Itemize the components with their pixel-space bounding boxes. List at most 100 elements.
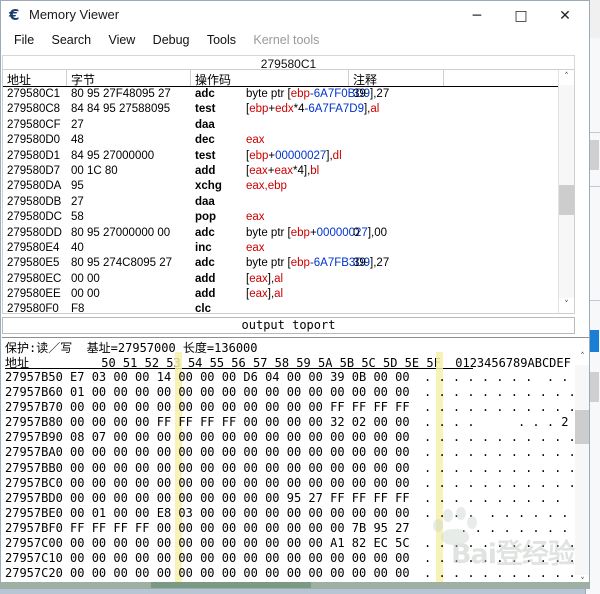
disassembly-address: 279580DB — [7, 195, 62, 208]
disassembly-bytes: 95 — [71, 180, 84, 193]
maximize-button[interactable]: □ — [499, 1, 543, 31]
hex-row[interactable]: 27957BA0 00 00 00 00 00 00 00 00 00 00 0… — [5, 445, 589, 460]
column-divider[interactable] — [348, 70, 349, 86]
disassembly-row[interactable]: 279580DB 27 daa — [3, 195, 574, 210]
disassembly-row[interactable]: 279580F0 F8 clc — [3, 302, 574, 314]
disassembly-row[interactable]: 279580CF 27 daa — [3, 118, 574, 133]
cheat-engine-icon: € — [9, 6, 20, 24]
menu-item-view[interactable]: View — [101, 31, 142, 49]
disassembly-operands: eax,ebp — [246, 180, 287, 193]
minimize-button[interactable]: ─ — [455, 1, 499, 31]
column-header-comment[interactable]: 注释 — [353, 71, 377, 88]
disassembly-mnemonic: adc — [195, 88, 215, 100]
disassembly-operands: byte ptr [ebp+00000027],00 — [246, 226, 388, 239]
disassembly-address: 279580C8 — [7, 103, 61, 116]
column-divider[interactable] — [190, 70, 191, 86]
column-header-address[interactable]: 地址 — [7, 71, 31, 88]
disassembly-address: 279580DA — [7, 180, 62, 193]
disassembly-address: 279580D7 — [7, 164, 61, 177]
disassembly-operands: [eax],al — [246, 288, 284, 301]
disassembly-mnemonic: dec — [195, 134, 215, 147]
column-divider[interactable] — [443, 70, 444, 86]
hex-row[interactable]: 27957BF0 FF FF FF FF 00 00 00 00 00 00 0… — [5, 521, 589, 536]
hex-row[interactable]: 27957C00 00 00 00 00 00 00 00 00 00 00 0… — [5, 536, 589, 551]
disassembly-mnemonic: add — [195, 288, 216, 301]
disassembly-address: 279580DD — [7, 226, 62, 239]
title-bar: € Memory Viewer ─ □ ✕ — [1, 1, 589, 31]
disassembly-operands: byte ptr [ebp-6A7F0BD9],27 — [246, 88, 390, 100]
disassembly-operands: eax — [246, 134, 265, 147]
hex-row[interactable]: 27957C10 00 00 00 00 00 00 00 00 00 00 0… — [5, 551, 589, 566]
menu-item-debug[interactable]: Debug — [146, 31, 197, 49]
window-title: Memory Viewer — [29, 7, 120, 22]
disassembly-row[interactable]: 279580E4 40 inc eax — [3, 241, 574, 256]
disassembly-bytes: 84 84 95 27588095 — [71, 103, 171, 116]
disassembly-row[interactable]: 279580EE 00 00 add [eax],al — [3, 287, 574, 302]
disassembly-row[interactable]: 279580C1 80 95 27F48095 27 adc byte ptr [eb… — [3, 87, 574, 102]
disassembly-mnemonic: test — [195, 103, 216, 116]
hex-row[interactable]: 27957B50 E7 03 00 00 14 00 00 00 D6 04 0… — [5, 370, 589, 385]
disassembly-mnemonic: test — [195, 149, 216, 162]
menu-item-tools[interactable]: Tools — [200, 31, 243, 49]
disassembly-mnemonic: pop — [195, 211, 217, 224]
disassembly-bytes: 00 00 — [71, 272, 100, 285]
disassembly-row[interactable]: 279580E5 80 95 274C8095 27 adc byte ptr [eb… — [3, 256, 574, 271]
column-header-bytes[interactable]: 字节 — [71, 71, 95, 88]
disassembly-address: 279580EE — [7, 288, 61, 301]
disassembly-row[interactable]: 279580EC 00 00 add [eax],al — [3, 272, 574, 287]
disassembly-address: 279580F0 — [7, 303, 59, 314]
hex-row[interactable]: 27957BD0 00 00 00 00 00 00 00 00 00 00 9… — [5, 491, 589, 506]
disassembly-row[interactable]: 279580D0 48 dec eax — [3, 133, 574, 148]
hex-scroll-thumb[interactable] — [575, 410, 589, 444]
disassembly-mnemonic: adc — [195, 226, 215, 239]
disassembly-mnemonic: add — [195, 164, 216, 177]
hex-row[interactable]: 27957B90 08 07 00 00 00 00 00 00 00 00 0… — [5, 430, 589, 445]
disassembly-column-header: 地址 字节 操作码 注释 — [3, 70, 574, 87]
hex-row[interactable]: 27957B60 01 00 00 00 00 00 00 00 00 00 0… — [5, 385, 589, 400]
disassembly-operands: eax — [246, 211, 265, 224]
menu-item-search[interactable]: Search — [45, 31, 99, 49]
output-toport-bar[interactable]: output toport — [2, 317, 575, 334]
disassembly-scroll-thumb[interactable] — [559, 185, 574, 215]
hex-scroll-up-arrow-icon[interactable]: ˄ — [575, 350, 589, 365]
menu-item-kernel-tools: Kernel tools — [253, 33, 320, 47]
disassembly-operands: byte ptr [ebp-6A7FB3D9],27 — [246, 257, 390, 270]
close-button[interactable]: ✕ — [543, 1, 587, 31]
disassembly-bytes: 84 95 27000000 — [71, 149, 155, 162]
disassembly-operands: [ebp+edx*4-6A7FA7D9],al — [246, 103, 380, 116]
hex-row[interactable]: 27957BB0 00 00 00 00 00 00 00 00 00 00 0… — [5, 461, 589, 476]
disassembly-operands: [ebp+00000027],dl — [246, 149, 342, 162]
disassembly-scrollbar[interactable]: ˄ ˅ — [558, 70, 574, 313]
disassembly-address: 279580E5 — [7, 257, 60, 270]
hex-scrollbar[interactable]: ˄ ˅ — [575, 350, 589, 588]
disassembly-bytes: 00 1C 80 — [71, 164, 118, 177]
column-header-opcode[interactable]: 操作码 — [195, 71, 231, 88]
disassembly-row[interactable]: 279580DC 58 pop eax — [3, 210, 574, 225]
scroll-up-arrow-icon[interactable]: ˄ — [559, 70, 574, 85]
hex-header-underline — [5, 368, 473, 369]
disassembly-row[interactable]: 279580DD 80 95 27000000 00 adc byte ptr [eb… — [3, 226, 574, 241]
hex-row[interactable]: 27957C20 00 00 00 00 00 00 00 00 00 00 0… — [5, 566, 589, 581]
hex-scroll-track[interactable] — [575, 365, 589, 575]
disassembly-bytes: 48 — [71, 134, 84, 147]
disassembly-mnemonic: clc — [195, 303, 211, 314]
disassembly-row[interactable]: 279580D1 84 95 27000000 test [ebp+00000027]… — [3, 149, 574, 164]
scroll-down-arrow-icon[interactable]: ˅ — [559, 298, 574, 313]
hex-row[interactable]: 27957BE0 00 01 00 00 E8 03 00 00 00 00 0… — [5, 506, 589, 521]
hex-row[interactable]: 27957B80 00 00 00 00 FF FF FF FF 00 00 0… — [5, 415, 589, 430]
disassembly-row[interactable]: 279580DA 95 xchg eax,ebp — [3, 179, 574, 194]
menu-item-file[interactable]: File — [7, 31, 41, 49]
disassembly-comment: 39 — [353, 88, 366, 100]
disassembly-comment: 0 — [353, 226, 360, 239]
disassembly-bytes: 27 — [71, 195, 84, 208]
disassembly-mnemonic: inc — [195, 241, 212, 254]
column-divider[interactable] — [66, 70, 67, 86]
disassembly-mnemonic: daa — [195, 118, 215, 131]
hex-column-header: 地址 50 51 52 53 54 55 56 57 58 59 5A 5B 5… — [5, 356, 571, 370]
hex-row[interactable]: 27957B70 00 00 00 00 00 00 00 00 00 00 0… — [5, 400, 589, 415]
disassembly-row[interactable]: 279580D7 00 1C 80 add [eax+eax*4],bl — [3, 164, 574, 179]
disassembly-bytes: 80 95 27000000 00 — [71, 226, 171, 239]
disassembly-row[interactable]: 279580C8 84 84 95 27588095 test [ebp+edx*4-… — [3, 102, 574, 117]
disassembly-address: 279580C1 — [7, 88, 61, 100]
hex-row[interactable]: 27957BC0 00 00 00 00 00 00 00 00 00 00 0… — [5, 476, 589, 491]
